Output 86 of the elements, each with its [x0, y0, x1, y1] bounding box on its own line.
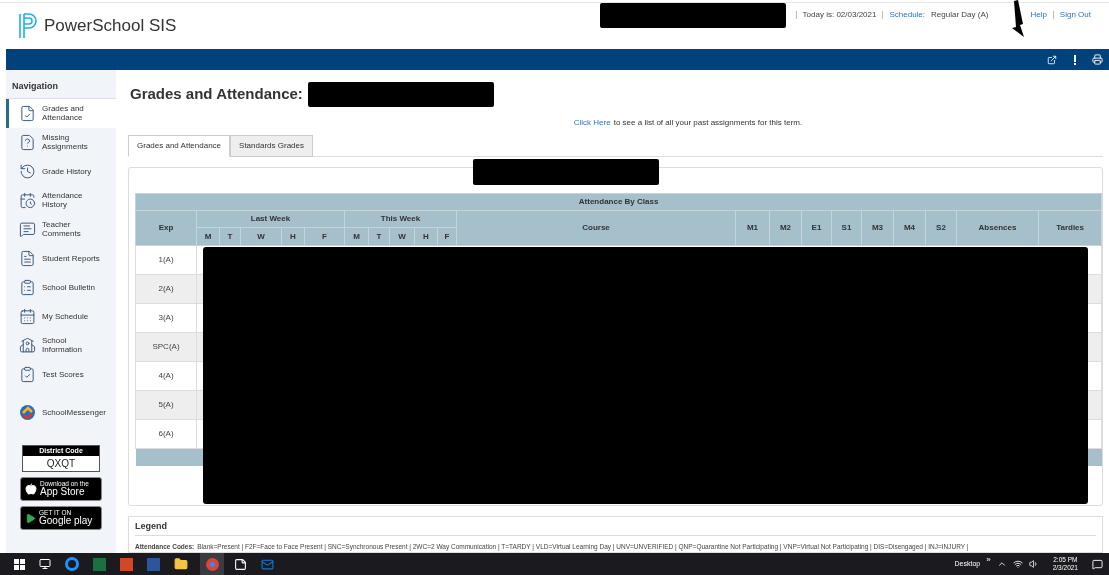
- column-header: H: [281, 227, 305, 246]
- table-cell: 6(A): [135, 419, 197, 449]
- badge-big-text: Google play: [39, 516, 93, 527]
- nav-item[interactable]: My Schedule: [6, 301, 116, 331]
- click-here-link[interactable]: Click Here: [573, 117, 611, 130]
- nav-item[interactable]: Test Scores: [6, 359, 116, 389]
- column-header: Course: [456, 210, 736, 246]
- chevron-text[interactable]: »: [986, 554, 991, 566]
- bulletin-icon: [19, 278, 36, 296]
- column-header: M1: [735, 210, 770, 246]
- calendar-icon: [19, 307, 36, 325]
- column-header: E1: [801, 210, 832, 246]
- notification-icon[interactable]: [1092, 558, 1103, 570]
- badge-big-text: App Store: [40, 487, 86, 498]
- sticky-note-icon[interactable]: [234, 557, 247, 571]
- nav-item[interactable]: School Information: [6, 330, 116, 360]
- table-cell: 4(A): [135, 361, 197, 391]
- mail-icon[interactable]: [261, 557, 274, 571]
- tab[interactable]: Grades and Attendance: [128, 135, 231, 158]
- external-link-icon[interactable]: [1047, 54, 1057, 65]
- column-header: T: [219, 227, 241, 246]
- messenger-logo-icon: [19, 404, 36, 421]
- task-view-icon[interactable]: [39, 558, 51, 570]
- date-text: Today is: 02/03/2021: [802, 9, 877, 21]
- windows-icon[interactable]: [14, 558, 25, 570]
- volume-icon[interactable]: [1028, 559, 1039, 569]
- table-cell: 2(A): [135, 274, 197, 304]
- nav-item[interactable]: SchoolMessenger: [6, 394, 116, 431]
- checklist-icon: [19, 104, 36, 122]
- chrome-icon[interactable]: [200, 553, 224, 575]
- report-icon: [19, 249, 36, 267]
- column-header: Last Week: [196, 210, 345, 228]
- nav-item[interactable]: Teacher Comments: [6, 214, 116, 244]
- column-header: Absences: [956, 210, 1039, 246]
- table-cell: SPC(A): [135, 332, 197, 362]
- column-header: S2: [925, 210, 957, 246]
- column-header: M: [196, 227, 220, 246]
- table-cell: 5(A): [135, 390, 197, 420]
- nav-item[interactable]: Grade History: [6, 156, 116, 186]
- column-header: W: [389, 227, 415, 246]
- network-icon[interactable]: [1012, 559, 1023, 569]
- column-header: Exp: [135, 210, 197, 246]
- nav-item[interactable]: Missing Assignments: [6, 127, 116, 157]
- tab[interactable]: Standards Grades: [230, 135, 313, 158]
- table-cell: 1(A): [135, 245, 197, 275]
- column-header: T: [368, 227, 390, 246]
- play-icon: [25, 512, 36, 524]
- nav-item[interactable]: Grades and Attendance: [6, 98, 116, 128]
- table-cell: 3(A): [135, 303, 197, 333]
- schedule-label: Schedule:: [889, 9, 926, 21]
- nav-item[interactable]: Student Reports: [6, 243, 116, 273]
- district-code: QXQT: [45, 457, 77, 471]
- comment-icon: [19, 220, 36, 238]
- column-header: M3: [861, 210, 894, 246]
- caret-icon[interactable]: [996, 559, 1007, 569]
- nav-item[interactable]: School Bulletin: [6, 272, 116, 302]
- column-header: M2: [769, 210, 802, 246]
- alert-icon[interactable]: [1073, 54, 1076, 65]
- notice-text: to see a list of all your past assignments for this term.: [613, 117, 803, 130]
- test-sheet-icon: [19, 365, 36, 383]
- column-header: W: [240, 227, 282, 246]
- column-header: M: [344, 227, 369, 246]
- page-title: Grades and Attendance:: [130, 83, 303, 104]
- column-header: M4: [893, 210, 926, 246]
- browser-icon[interactable]: [65, 557, 79, 571]
- school-building-icon: [19, 336, 36, 354]
- print-icon[interactable]: [1092, 54, 1103, 65]
- header-link[interactable]: Help: [1030, 9, 1047, 21]
- table-title: Attendance By Class: [135, 193, 1102, 211]
- column-header: S1: [831, 210, 862, 246]
- header-link[interactable]: Sign Out: [1059, 9, 1091, 21]
- navigation-title: Navigation: [6, 80, 116, 99]
- logo-icon: [18, 13, 38, 39]
- column-header: This Week: [344, 210, 457, 228]
- schedule-value: Regular Day (A): [931, 9, 989, 21]
- column-header: Tardies: [1038, 210, 1102, 246]
- logo-text: PowerSchool SIS: [44, 15, 177, 38]
- legend-title: Legend: [135, 519, 1096, 537]
- question-document-icon: [19, 133, 36, 151]
- nav-item[interactable]: Attendance History: [6, 185, 116, 215]
- calendar-clock-icon: [19, 191, 36, 209]
- column-header: H: [414, 227, 438, 246]
- history-icon: [19, 162, 36, 180]
- apple-icon: [25, 483, 37, 495]
- folder-icon[interactable]: [174, 557, 188, 571]
- column-header: F: [304, 227, 345, 246]
